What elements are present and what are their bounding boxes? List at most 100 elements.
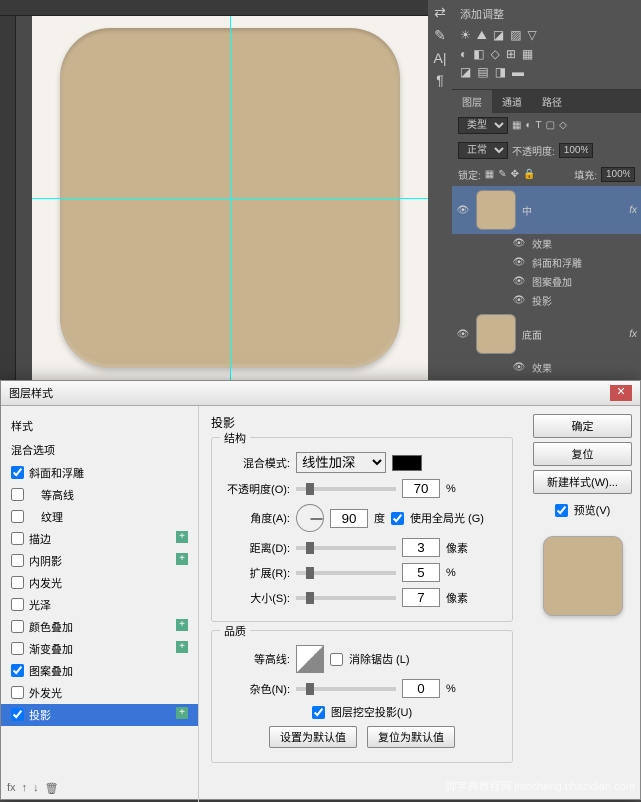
ruler-vertical[interactable] [0,16,16,380]
filter-pixel-icon[interactable]: ▦ [512,120,521,131]
size-slider[interactable] [296,596,396,600]
style-drop-shadow[interactable]: 投影+ [1,704,198,726]
layer-thumbnail[interactable] [476,314,516,354]
add-icon[interactable]: + [176,641,188,653]
bw-icon[interactable]: ◧ [473,47,484,61]
style-satin[interactable]: 光泽 [1,594,198,616]
add-icon[interactable]: + [176,553,188,565]
opacity-input[interactable] [402,479,440,498]
channel-mixer-icon[interactable]: ⊞ [506,47,516,61]
filter-type-icon[interactable]: T [536,120,542,131]
swap-icon[interactable]: ⇄ [434,4,446,21]
layer-effect[interactable]: 👁斜面和浮雕 [452,253,641,272]
new-style-button[interactable]: 新建样式(W)... [533,470,632,494]
lock-all-icon[interactable]: 🔒 [523,169,535,180]
trash-icon[interactable]: 🗑 [45,782,59,795]
layer-filter[interactable]: 类型 [458,117,508,134]
style-outer-glow[interactable]: 外发光 [1,682,198,704]
layer-item[interactable]: 👁 中 fx [452,186,641,234]
layer-thumbnail[interactable] [476,190,516,230]
brightness-icon[interactable]: ☀ [460,28,471,43]
distance-input[interactable] [402,538,440,557]
layer-name[interactable]: 底面 [522,327,542,342]
guide-vertical[interactable] [230,16,231,380]
fx-menu-icon[interactable]: fx [7,782,16,795]
angle-input[interactable] [330,509,368,528]
noise-slider[interactable] [296,687,396,691]
ok-button[interactable]: 确定 [533,414,632,438]
add-icon[interactable]: + [176,707,188,719]
opacity-input[interactable] [559,143,593,158]
curves-icon[interactable]: ◪ [493,28,504,43]
posterize-icon[interactable]: ▤ [477,65,488,79]
layer-name[interactable]: 中 [522,203,532,218]
type-icon[interactable]: A| [434,50,447,66]
size-input[interactable] [402,588,440,607]
style-color-overlay[interactable]: 颜色叠加+ [1,616,198,638]
spread-slider[interactable] [296,571,396,575]
style-inner-glow[interactable]: 内发光 [1,572,198,594]
set-default-button[interactable]: 设置为默认值 [269,726,357,748]
style-inner-shadow[interactable]: 内阴影+ [1,550,198,572]
cancel-button[interactable]: 复位 [533,442,632,466]
style-pattern-overlay[interactable]: 图案叠加 [1,660,198,682]
fx-badge[interactable]: fx [629,329,637,340]
levels-icon[interactable]: ⛰ [477,28,487,43]
angle-dial[interactable] [296,504,324,532]
lock-paint-icon[interactable]: ✎ [498,169,506,180]
layer-effect[interactable]: 👁图案叠加 [452,272,641,291]
style-texture[interactable]: 纹理 [1,506,198,528]
lock-pos-icon[interactable]: ✥ [511,169,519,180]
threshold-icon[interactable]: ◨ [495,65,506,79]
layer-item[interactable]: 👁 底面 fx [452,310,641,358]
hue-icon[interactable]: ◐ [460,47,467,61]
style-contour[interactable]: 等高线 [1,484,198,506]
spread-input[interactable] [402,563,440,582]
ruler-horizontal[interactable] [0,0,428,16]
fx-badge[interactable]: fx [629,205,637,216]
blend-mode-select[interactable]: 线性加深 [296,452,386,473]
layer-effect[interactable]: 👁投影 [452,291,641,310]
gradient-map-icon[interactable]: ▬ [512,65,524,79]
exposure-icon[interactable]: ▨ [510,28,521,43]
add-icon[interactable]: + [176,619,188,631]
add-icon[interactable]: + [176,531,188,543]
document-canvas[interactable] [32,16,428,380]
lock-trans-icon[interactable]: ▦ [485,169,494,180]
photo-filter-icon[interactable]: ◇ [491,47,500,61]
visibility-icon[interactable]: 👁 [456,329,470,340]
invert-icon[interactable]: ◪ [460,65,471,79]
style-bevel[interactable]: 斜面和浮雕 [1,462,198,484]
reset-default-button[interactable]: 复位为默认值 [367,726,455,748]
close-button[interactable]: ✕ [610,385,632,401]
contour-picker[interactable] [296,645,324,673]
layer-effect[interactable]: 👁效果 [452,358,641,377]
filter-shape-icon[interactable]: ▢ [546,120,555,131]
tab-layers[interactable]: 图层 [452,90,492,113]
filter-adj-icon[interactable]: ◐ [525,120,531,131]
blend-mode-select[interactable]: 正常 [458,142,508,159]
antialias-checkbox[interactable] [330,653,343,666]
blending-options[interactable]: 混合选项 [1,438,198,462]
tab-paths[interactable]: 路径 [532,90,572,113]
preview-checkbox[interactable] [555,504,568,517]
opacity-slider[interactable] [296,487,396,491]
brush-icon[interactable]: ✎ [434,27,446,44]
distance-slider[interactable] [296,546,396,550]
vibrance-icon[interactable]: ▽ [528,28,537,43]
style-gradient-overlay[interactable]: 渐变叠加+ [1,638,198,660]
layer-effect[interactable]: 👁效果 [452,234,641,253]
noise-input[interactable] [402,679,440,698]
lut-icon[interactable]: ▦ [522,47,533,61]
fill-input[interactable] [601,167,635,182]
knockout-checkbox[interactable] [312,706,325,719]
tab-channels[interactable]: 通道 [492,90,532,113]
visibility-icon[interactable]: 👁 [456,205,470,216]
arrow-up-icon[interactable]: ↑ [22,782,28,795]
filter-smart-icon[interactable]: ◇ [559,120,567,131]
color-swatch[interactable] [392,455,422,471]
global-light-checkbox[interactable] [391,512,404,525]
paragraph-icon[interactable]: ¶ [436,72,444,88]
styles-header[interactable]: 样式 [1,414,198,438]
arrow-down-icon[interactable]: ↓ [33,782,39,795]
